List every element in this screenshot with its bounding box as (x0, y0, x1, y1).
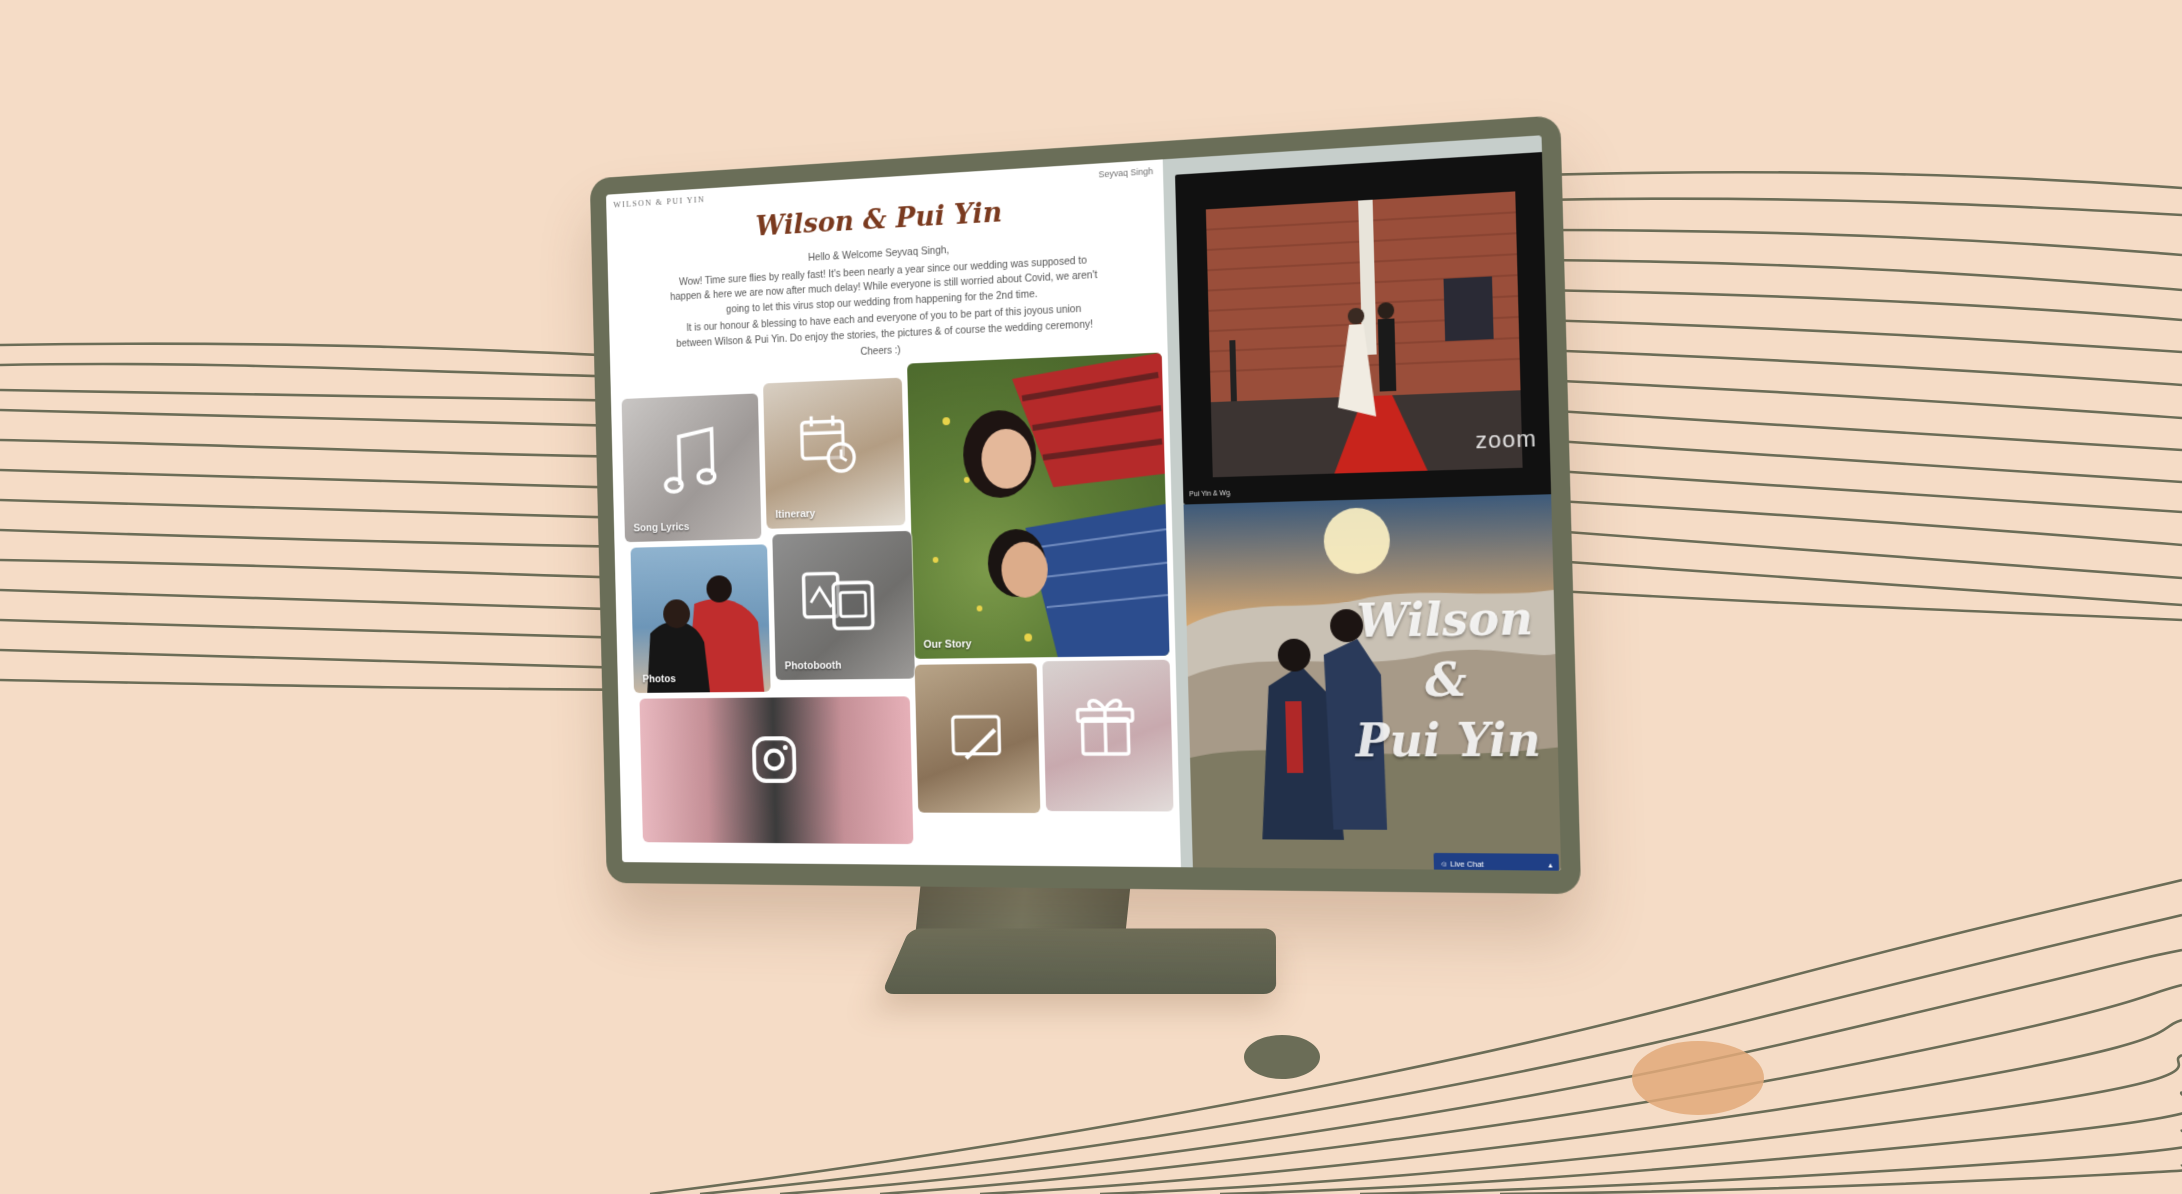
zoom-logo: zoom (1475, 425, 1537, 454)
tile-gift[interactable] (1042, 660, 1173, 812)
tile-label: Song Lyrics (633, 521, 689, 534)
monitor-display: WILSON & PUI YIN Seyvaq Singh Wilson & P… (606, 135, 1561, 870)
music-note-icon (659, 422, 724, 501)
tile-instagram[interactable] (639, 696, 913, 844)
script-line: Wilson & (1340, 589, 1553, 712)
tile-photos[interactable]: Photos (630, 544, 770, 693)
couple-photo (907, 352, 1169, 658)
tile-guestbook[interactable] (915, 663, 1041, 813)
live-chat-button[interactable]: ☺ Live Chat ▴ (1434, 853, 1560, 871)
monitor-stand-base (881, 928, 1276, 994)
tile-label: Our Story (923, 638, 971, 651)
guestbook-icon (944, 703, 1009, 769)
tile-photobooth[interactable]: Photobooth (772, 531, 915, 680)
couple-script-overlay: Wilson & Pui Yin (1340, 589, 1555, 772)
navigation-tiles: Song Lyrics Itinerary Our Story Photos P… (621, 367, 1177, 868)
script-line: Pui Yin (1343, 711, 1555, 772)
tile-label: Itinerary (775, 508, 815, 521)
couple-photo-panel: Wilson & Pui Yin ☺ Live Chat ▴ (1184, 494, 1562, 871)
tile-itinerary[interactable]: Itinerary (763, 378, 905, 529)
chevron-up-icon[interactable]: ▴ (1548, 860, 1552, 869)
wedding-website[interactable]: WILSON & PUI YIN Seyvaq Singh Wilson & P… (606, 159, 1181, 867)
zoom-participant-name: Pui Yin & Wg (1189, 490, 1230, 498)
couple-photo (630, 544, 770, 693)
welcome-message: Hello & Welcome Seyvaq Singh, Wow! Time … (668, 235, 1101, 369)
gift-icon (1070, 690, 1140, 761)
site-brand[interactable]: WILSON & PUI YIN (613, 194, 705, 209)
tile-song-lyrics[interactable]: Song Lyrics (622, 393, 762, 542)
zoom-livestream[interactable]: zoom Pui Yin & Wg (1175, 152, 1558, 505)
tile-label: Photos (642, 673, 675, 685)
livestream-panel: zoom Pui Yin & Wg Wilson & Pui Yin ☺ Liv… (1163, 135, 1561, 870)
monitor: WILSON & PUI YIN Seyvaq Singh Wilson & P… (590, 115, 1581, 894)
tile-label: Photobooth (785, 660, 842, 672)
monitor-bezel: WILSON & PUI YIN Seyvaq Singh Wilson & P… (590, 115, 1581, 894)
user-name[interactable]: Seyvaq Singh (1098, 166, 1153, 179)
instagram-icon (750, 734, 799, 785)
calendar-clock-icon (795, 409, 861, 480)
tile-our-story[interactable]: Our Story (907, 352, 1169, 658)
photobooth-icon (799, 565, 880, 639)
live-chat-label: ☺ Live Chat (1440, 859, 1484, 869)
